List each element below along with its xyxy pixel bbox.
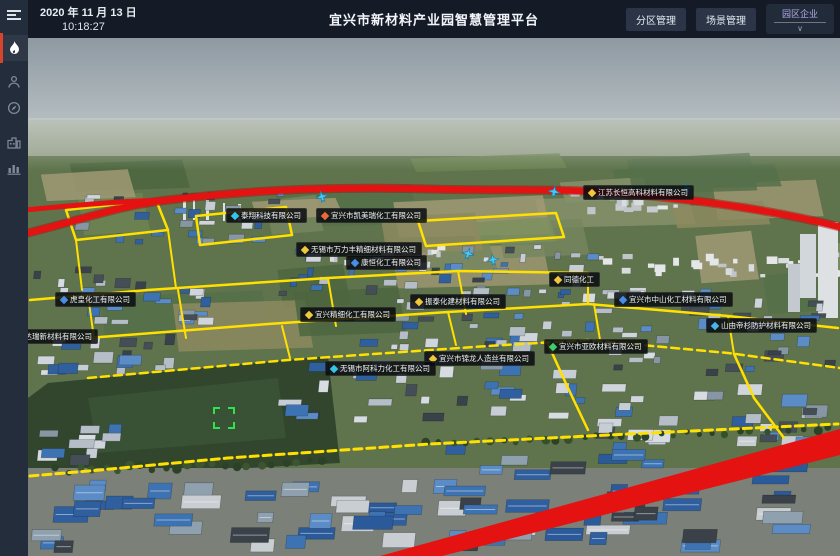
company-label-text: 无锡市阿科力化工有限公司 <box>340 363 430 374</box>
company-marker-icon <box>711 321 719 329</box>
chevron-down-icon: ∨ <box>797 24 803 33</box>
company-label[interactable]: 江苏长恒高科材料有限公司 <box>583 185 694 200</box>
company-label-text: 宜兴市亚欧材料有限公司 <box>559 341 642 352</box>
company-marker-icon <box>231 211 239 219</box>
company-label-text: 康恒化工有限公司 <box>361 257 421 268</box>
current-time: 10:18:27 <box>62 21 105 33</box>
company-label[interactable]: 无锡市阿科力化工有限公司 <box>325 361 436 376</box>
sidebar-item-personnel[interactable] <box>0 69 28 95</box>
app-window: 2020 年 11 月 13 日 10:18:27 宜兴市新材料产业园智慧管理平… <box>0 0 840 556</box>
company-label[interactable]: 尔达瑞新材料有限公司 <box>28 329 98 344</box>
company-label-text: 无锡市万力丰精细材料有限公司 <box>311 244 416 255</box>
left-toolbar <box>0 0 28 556</box>
header-actions: 分区管理 场景管理 园区企业 ∨ <box>626 0 834 38</box>
person-icon <box>7 75 21 89</box>
company-label[interactable]: 宜兴市凯美瑞化工有限公司 <box>316 208 427 223</box>
company-label-text: 尔达瑞新材料有限公司 <box>28 331 92 342</box>
park-enterprise-dropdown[interactable]: 园区企业 ∨ <box>766 4 834 34</box>
company-marker-icon <box>301 245 309 253</box>
company-marker-icon <box>619 295 627 303</box>
compass-icon <box>7 101 21 115</box>
company-label-text: 振泰化建材料有限公司 <box>425 296 500 307</box>
company-label-text: 虎皇化工有限公司 <box>70 294 130 305</box>
page-title: 宜兴市新材料产业园智慧管理平台 <box>329 10 539 29</box>
company-label-text: 宜兴市凯美瑞化工有限公司 <box>331 210 421 221</box>
company-marker-icon <box>305 310 313 318</box>
company-marker-icon <box>351 258 359 266</box>
aircraft-marker-icon <box>546 184 562 200</box>
company-marker-icon <box>415 297 423 305</box>
factory-building-icon <box>7 135 21 149</box>
sidebar-item-enterprise[interactable] <box>0 129 28 155</box>
company-label[interactable]: 康恒化工有限公司 <box>346 255 427 270</box>
company-label[interactable]: 宜兴精细化工有限公司 <box>300 307 396 322</box>
company-marker-icon <box>330 364 338 372</box>
top-header-bar: 2020 年 11 月 13 日 10:18:27 宜兴市新材料产业园智慧管理平… <box>28 0 840 38</box>
company-marker-icon <box>321 211 329 219</box>
company-label[interactable]: 宜兴市中山化工材料有限公司 <box>614 292 733 307</box>
selection-bracket <box>213 407 235 429</box>
company-marker-icon <box>588 188 596 196</box>
sidebar-item-statistics[interactable] <box>0 155 28 181</box>
company-label[interactable]: 宜兴市亚欧材料有限公司 <box>544 339 648 354</box>
company-label-text: 宜兴精细化工有限公司 <box>315 309 390 320</box>
company-label[interactable]: 同德化工 <box>549 272 600 287</box>
company-label[interactable]: 泰翔科技有限公司 <box>226 208 307 223</box>
map-3d-viewport[interactable]: 泰翔科技有限公司 宜兴市凯美瑞化工有限公司无锡市万力丰精细材料有限公司康恒化工有限… <box>28 38 840 556</box>
sidebar-item-environment[interactable] <box>0 95 28 121</box>
company-label-text: 宜兴市锦龙人造丝有限公司 <box>439 353 529 364</box>
current-date: 2020 年 11 月 13 日 <box>40 4 137 20</box>
bar-chart-icon <box>7 162 21 175</box>
company-label[interactable]: 振泰化建材料有限公司 <box>410 294 506 309</box>
company-label[interactable]: 虎皇化工有限公司 <box>55 292 136 307</box>
zone-management-button[interactable]: 分区管理 <box>626 8 686 31</box>
company-marker-icon <box>60 295 68 303</box>
company-label-text: 山由帝杉防护材料有限公司 <box>721 320 811 331</box>
scene-management-button[interactable]: 场景管理 <box>696 8 756 31</box>
company-marker-icon <box>549 342 557 350</box>
company-marker-icon <box>554 275 562 283</box>
dropdown-label: 园区企业 <box>774 7 826 23</box>
company-label-text: 宜兴市中山化工材料有限公司 <box>629 294 727 305</box>
company-label-text: 江苏长恒高科材料有限公司 <box>598 187 688 198</box>
hamburger-menu-button[interactable] <box>0 3 28 27</box>
company-label[interactable]: 山由帝杉防护材料有限公司 <box>706 318 817 333</box>
company-label[interactable]: 宜兴市锦龙人造丝有限公司 <box>424 351 535 366</box>
flame-icon <box>8 41 21 56</box>
aircraft-marker-icon <box>485 252 501 268</box>
company-label-text: 同德化工 <box>564 274 594 285</box>
company-label-text: 泰翔科技有限公司 <box>241 210 301 221</box>
hamburger-menu-icon <box>7 9 21 21</box>
sidebar-item-fire-monitor[interactable] <box>0 35 28 61</box>
